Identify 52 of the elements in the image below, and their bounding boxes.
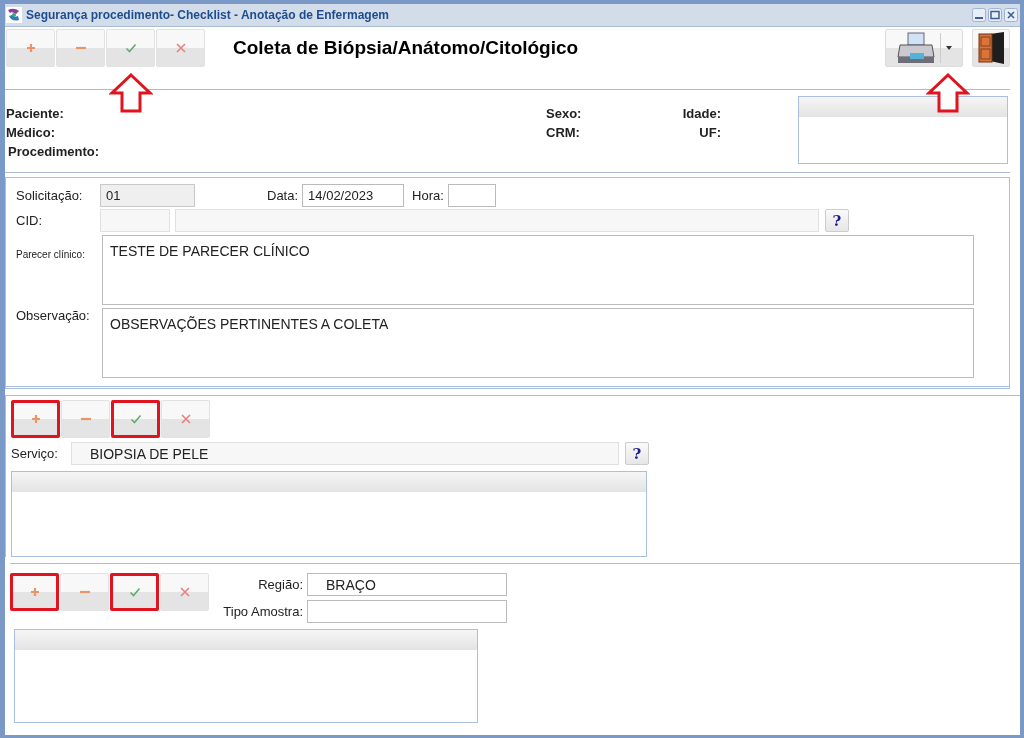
time-field[interactable] [447,184,496,207]
help-button[interactable]: ? [825,209,849,232]
app-logo-icon [6,7,22,23]
sample-type-field[interactable] [307,600,507,623]
field-label: Região: [257,577,303,592]
page-heading: Coleta de Biópsia/Anátomo/Citológico [233,37,580,59]
plus-icon [24,42,37,54]
close-icon [174,42,187,54]
add-button[interactable] [10,573,59,611]
field-label: CRM: [546,125,581,140]
field-label: Hora: [412,188,444,203]
field-label: Solicitação: [16,188,84,203]
plus-icon [29,413,42,425]
field-label: Paciente: [6,106,65,121]
field-label: Tipo Amostra: [222,604,303,619]
up-arrow-annotation [108,73,153,113]
print-button[interactable] [885,29,963,67]
confirm-button[interactable] [111,400,160,438]
field-label: Parecer clínico: [16,248,86,260]
exit-button[interactable] [972,29,1010,67]
notes-field[interactable]: OBSERVAÇÕES PERTINENTES A COLETA [102,308,974,378]
check-icon [128,586,141,598]
field-label: UF: [699,125,721,140]
up-arrow-annotation [926,73,970,113]
field-label: CID: [16,213,43,228]
close-icon[interactable] [1004,8,1018,22]
close-icon [179,413,192,425]
remove-button[interactable] [56,29,105,67]
field-label: Procedimento: [8,144,100,159]
door-icon [976,31,1006,65]
minimize-icon[interactable] [972,8,986,22]
field-label: Data: [267,188,299,203]
help-button[interactable]: ? [625,442,649,465]
field-label: Idade: [682,106,721,121]
date-field[interactable]: 14/02/2023 [302,184,405,207]
field-label: Médico: [6,125,57,140]
maximize-icon[interactable] [988,8,1002,22]
window-title: Segurança procedimento- Checklist - Anotação de Enfermagem [26,8,390,22]
check-icon [124,42,137,54]
clinical-opinion-field[interactable]: TESTE DE PARECER CLÍNICO [102,235,974,305]
caret-icon [945,45,953,51]
cancel-button[interactable] [156,29,205,67]
printer-icon [896,31,936,65]
close-icon [178,586,191,598]
field-label: Observação: [16,308,91,323]
check-icon [129,413,142,425]
add-button[interactable] [11,400,60,438]
plus-icon [28,586,41,598]
confirm-button[interactable] [110,573,159,611]
field-label: Sexo: [546,106,583,121]
region-field[interactable]: BRAÇO [307,573,507,596]
field-label: Serviço: [11,446,59,461]
